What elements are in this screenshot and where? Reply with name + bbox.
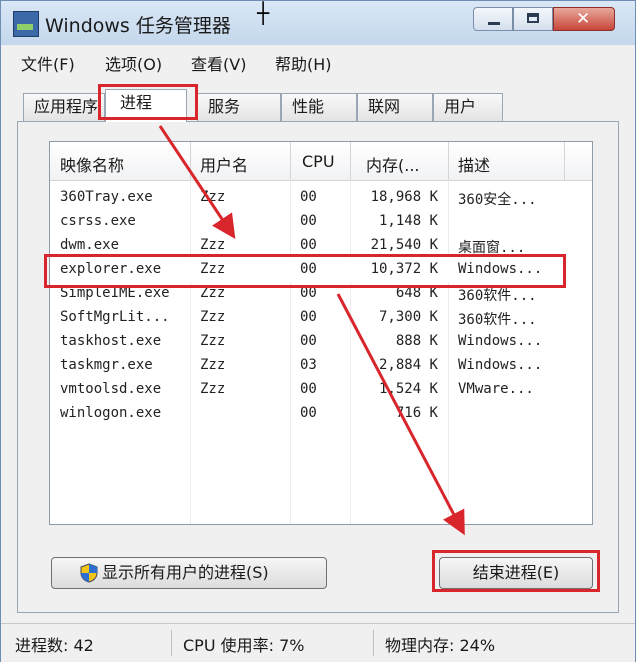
process-memory: 7,300 K	[378, 309, 438, 325]
status-cpu-usage: CPU 使用率: 7%	[183, 636, 305, 655]
process-memory: 2,884 K	[378, 357, 438, 373]
process-cpu: 03	[300, 357, 317, 373]
table-row[interactable]: csrss.exe 00 1,148 K	[50, 210, 592, 234]
status-divider	[171, 630, 172, 656]
tab-performance[interactable]: 性能	[281, 93, 357, 121]
status-divider	[373, 630, 374, 656]
process-cpu: 00	[300, 213, 317, 229]
maximize-icon	[527, 13, 539, 23]
process-description: 360软件...	[458, 288, 537, 304]
column-divider[interactable]	[350, 142, 351, 180]
process-memory: 888 K	[395, 333, 438, 349]
table-row[interactable]: vmtoolsd.exe Zzz 00 1,524 K VMware...	[50, 378, 592, 402]
tab-users[interactable]: 用户	[433, 93, 503, 121]
tab-networking[interactable]: 联网	[357, 93, 433, 121]
column-header-description[interactable]: 描述	[458, 152, 490, 176]
process-description: 桌面窗...	[458, 240, 526, 256]
window-title: Windows 任务管理器	[45, 15, 231, 37]
process-description: Windows...	[458, 333, 543, 349]
process-cpu: 00	[300, 237, 317, 253]
column-header-cpu[interactable]: CPU	[302, 152, 335, 171]
process-cpu: 00	[300, 405, 317, 421]
close-icon: ✕	[576, 9, 591, 29]
column-divider[interactable]	[290, 142, 291, 180]
process-user: Zzz	[200, 381, 226, 397]
column-divider[interactable]	[448, 142, 449, 180]
process-cpu: 00	[300, 381, 317, 397]
process-user: Zzz	[200, 285, 226, 301]
process-description: Windows...	[458, 357, 543, 373]
column-divider[interactable]	[190, 142, 191, 180]
process-user: Zzz	[200, 189, 226, 205]
minimize-button[interactable]	[473, 7, 513, 31]
process-list[interactable]: 映像名称 用户名 CPU 内存(... 描述 360Tray.exe Zzz 0…	[49, 141, 593, 525]
process-memory: 648 K	[395, 285, 438, 301]
process-name: dwm.exe	[60, 237, 120, 253]
process-cpu: 00	[300, 261, 317, 277]
process-memory: 1,148 K	[378, 213, 438, 229]
table-row[interactable]: dwm.exe Zzz 00 21,540 K 桌面窗...	[50, 234, 592, 258]
table-row[interactable]: SimpleIME.exe Zzz 00 648 K 360软件...	[50, 282, 592, 306]
process-cpu: 00	[300, 309, 317, 325]
process-user: Zzz	[200, 333, 226, 349]
show-all-processes-button[interactable]: 显示所有用户的进程(S)	[51, 557, 327, 589]
table-row[interactable]: SoftMgrLit... Zzz 00 7,300 K 360软件...	[50, 306, 592, 330]
column-header-user[interactable]: 用户名	[200, 152, 248, 176]
process-name: SimpleIME.exe	[60, 285, 170, 301]
tab-applications[interactable]: 应用程序	[23, 93, 105, 121]
process-name: SoftMgrLit...	[60, 309, 170, 325]
menu-file[interactable]: 文件(F)	[21, 51, 75, 75]
tab-processes[interactable]: 进程	[105, 89, 187, 122]
process-name: explorer.exe	[60, 261, 162, 277]
process-description: VMware...	[458, 381, 534, 397]
end-process-button[interactable]: 结束进程(E)	[439, 557, 593, 589]
process-description: 360软件...	[458, 312, 537, 328]
column-header-memory[interactable]: 内存(...	[366, 152, 420, 176]
table-row-explorer[interactable]: explorer.exe Zzz 00 10,372 K Windows...	[50, 258, 592, 282]
status-bar: 进程数: 42 CPU 使用率: 7% 物理内存: 24%	[1, 623, 635, 662]
process-description: Windows...	[458, 261, 543, 277]
uac-shield-icon	[80, 563, 98, 583]
menu-view[interactable]: 查看(V)	[191, 51, 246, 75]
task-manager-window: Windows 任务管理器 ┼ ✕ 文件(F) 选项(O) 查看(V) 帮助(H…	[0, 0, 636, 662]
process-name: 360Tray.exe	[60, 189, 153, 205]
cursor-icon: ┼	[257, 1, 270, 25]
maximize-button[interactable]	[513, 7, 553, 31]
process-user: Zzz	[200, 357, 226, 373]
column-header-image-name[interactable]: 映像名称	[60, 152, 124, 176]
table-row[interactable]: winlogon.exe 00 716 K	[50, 402, 592, 426]
table-row[interactable]: taskhost.exe Zzz 00 888 K Windows...	[50, 330, 592, 354]
table-row[interactable]: taskmgr.exe Zzz 03 2,884 K Windows...	[50, 354, 592, 378]
process-name: taskmgr.exe	[60, 357, 153, 373]
process-user: Zzz	[200, 309, 226, 325]
process-cpu: 00	[300, 333, 317, 349]
menu-help[interactable]: 帮助(H)	[275, 51, 332, 75]
process-list-header: 映像名称 用户名 CPU 内存(... 描述	[50, 142, 592, 181]
process-user: Zzz	[200, 261, 226, 277]
process-memory: 18,968 K	[370, 189, 438, 205]
status-physical-memory: 物理内存: 24%	[385, 636, 496, 655]
status-process-count: 进程数: 42	[15, 636, 94, 655]
process-cpu: 00	[300, 189, 317, 205]
task-manager-icon	[13, 11, 39, 37]
process-cpu: 00	[300, 285, 317, 301]
process-name: vmtoolsd.exe	[60, 381, 162, 397]
column-divider[interactable]	[564, 142, 565, 180]
process-user: Zzz	[200, 237, 226, 253]
process-description: 360安全...	[458, 192, 537, 208]
table-row[interactable]: 360Tray.exe Zzz 00 18,968 K 360安全...	[50, 186, 592, 210]
process-memory: 716 K	[395, 405, 438, 421]
process-memory: 1,524 K	[378, 381, 438, 397]
process-memory: 10,372 K	[370, 261, 438, 277]
show-all-processes-label: 显示所有用户的进程(S)	[102, 563, 269, 582]
process-name: taskhost.exe	[60, 333, 162, 349]
menu-options[interactable]: 选项(O)	[105, 51, 162, 75]
minimize-icon	[488, 22, 500, 25]
tab-services[interactable]: 服务	[197, 93, 281, 121]
close-button[interactable]: ✕	[553, 7, 615, 31]
process-name: csrss.exe	[60, 213, 136, 229]
title-bar[interactable]: Windows 任务管理器 ┼ ✕	[1, 1, 635, 45]
process-memory: 21,540 K	[370, 237, 438, 253]
process-name: winlogon.exe	[60, 405, 162, 421]
